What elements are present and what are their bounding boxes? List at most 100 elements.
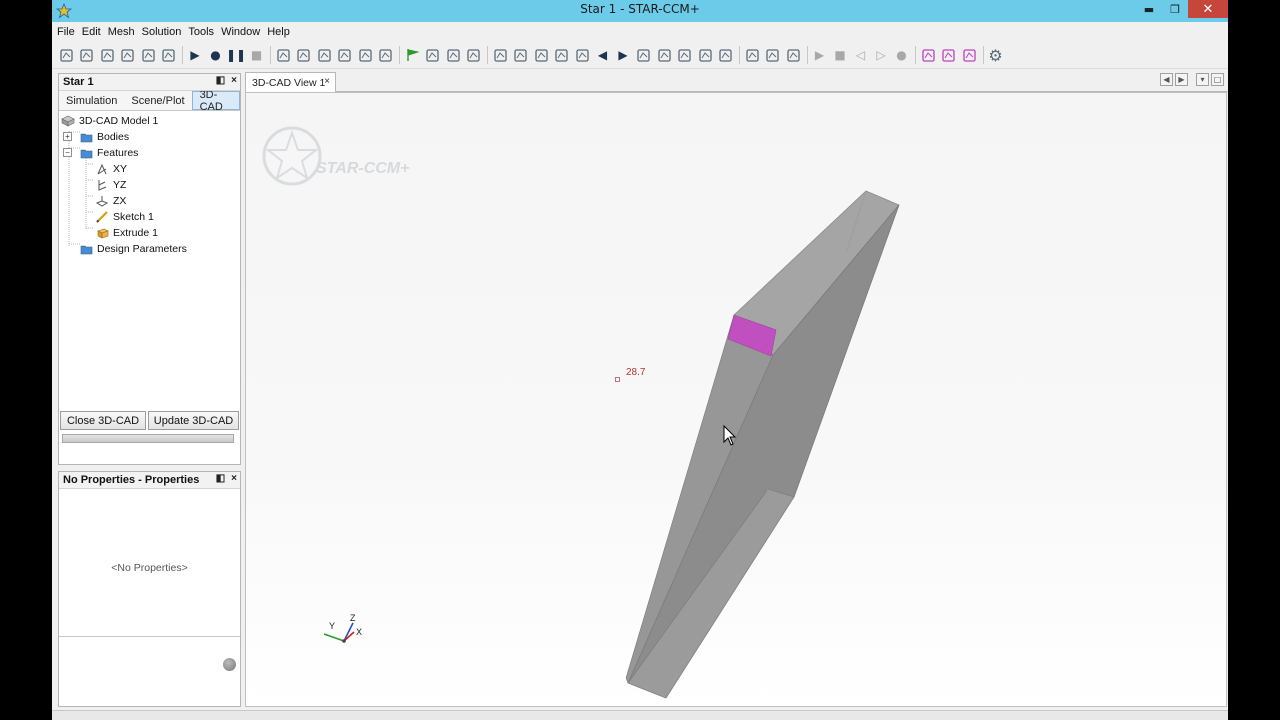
run-icon[interactable]: ▶ — [187, 47, 203, 63]
record-icon[interactable]: ● — [208, 47, 224, 63]
close-button[interactable]: ✕ — [1188, 0, 1228, 18]
tree-label: YZ — [113, 179, 127, 191]
expand-icon[interactable]: + — [63, 132, 72, 141]
toolbar-separator — [487, 46, 488, 64]
repair-icon[interactable] — [337, 47, 353, 63]
select-icon[interactable] — [554, 47, 570, 63]
menu-file[interactable]: File — [57, 26, 75, 38]
3d-viewport[interactable]: STAR-CCM+ Y Z X 28.7 — [245, 92, 1227, 707]
tab-list-icon[interactable]: ▾ — [1196, 73, 1209, 86]
tree-item-yz[interactable]: YZ — [59, 177, 240, 193]
scroll-left-icon[interactable]: ◀ — [1160, 73, 1173, 86]
cad-shape-icon[interactable] — [961, 47, 977, 63]
mesh-volume-icon[interactable] — [316, 47, 332, 63]
copy-icon[interactable] — [140, 47, 156, 63]
toolbar-separator — [915, 46, 916, 64]
cad-model-icon — [61, 115, 75, 127]
tree-item-features[interactable]: − Features — [59, 145, 240, 161]
step-back-icon[interactable]: ◁ — [853, 47, 869, 63]
table-icon[interactable] — [697, 47, 713, 63]
cad-body[interactable] — [625, 190, 900, 699]
close-3d-cad-button[interactable]: Close 3D-CAD — [60, 411, 147, 430]
save-icon[interactable] — [99, 47, 115, 63]
tree-item-bodies[interactable]: + Bodies — [59, 129, 240, 145]
rotate-icon[interactable] — [636, 47, 652, 63]
cube-icon[interactable] — [466, 47, 482, 63]
cad-pink2-icon[interactable] — [941, 47, 957, 63]
menu-solution[interactable]: Solution — [142, 26, 182, 38]
status-indicator-icon — [223, 658, 236, 671]
run-fast-icon[interactable] — [445, 47, 461, 63]
close-panel-icon[interactable]: × — [231, 473, 237, 484]
panel-header: No Properties - Properties ◧ × — [59, 472, 240, 489]
open-icon[interactable] — [79, 47, 95, 63]
back-arrow-icon[interactable]: ◀ — [595, 47, 611, 63]
mesh-icon[interactable] — [275, 47, 291, 63]
axis-triad: Y Z X — [323, 613, 362, 643]
fit-icon[interactable] — [513, 47, 529, 63]
grid2-icon[interactable] — [718, 47, 734, 63]
menu-help[interactable]: Help — [267, 26, 290, 38]
mesh-surface-icon[interactable] — [296, 47, 312, 63]
scroll-right-icon[interactable]: ▶ — [1175, 73, 1188, 86]
screenshot-icon[interactable] — [492, 47, 508, 63]
tab-3d-cad[interactable]: 3D-CAD — [191, 89, 240, 113]
pause-icon[interactable]: ❚❚ — [226, 47, 246, 63]
tree-item-extrude[interactable]: Extrude 1 — [59, 225, 240, 241]
zoom-icon[interactable] — [533, 47, 549, 63]
stop2-icon[interactable]: ■ — [832, 47, 848, 63]
tree-item-xy[interactable]: XY — [59, 161, 240, 177]
tree-item-design-parameters[interactable]: Design Parameters — [59, 241, 240, 257]
cad-pink-icon[interactable] — [920, 47, 936, 63]
close-panel-icon[interactable]: × — [231, 75, 237, 86]
play-icon[interactable]: ▶ — [812, 47, 828, 63]
toolbar-separator — [739, 46, 740, 64]
maximize-view-icon[interactable]: □ — [1211, 73, 1224, 86]
stop-icon[interactable]: ■ — [249, 47, 265, 63]
step-fwd-icon[interactable]: ▷ — [873, 47, 889, 63]
divider — [59, 636, 240, 637]
toolbar-separator — [182, 46, 183, 64]
cursor-icon[interactable] — [656, 47, 672, 63]
tree-item-cad-model[interactable]: 3D-CAD Model 1 — [59, 113, 240, 129]
menu-mesh[interactable]: Mesh — [108, 26, 135, 38]
menu-window[interactable]: Window — [221, 26, 260, 38]
collapse-icon[interactable]: − — [63, 148, 72, 157]
update-3d-cad-button[interactable]: Update 3D-CAD — [148, 411, 239, 430]
tree-label: Sketch 1 — [113, 211, 154, 223]
cad-tree: 3D-CAD Model 1 + Bodies − Features XY YZ… — [59, 111, 240, 257]
maximize-button[interactable]: ❐ — [1162, 0, 1188, 18]
tab-simulation[interactable]: Simulation — [59, 91, 124, 110]
save-as-icon[interactable] — [120, 47, 136, 63]
dimension-point[interactable] — [615, 377, 620, 382]
tab-3d-cad-view[interactable]: 3D-CAD View 1 × — [245, 72, 336, 92]
plot-icon[interactable] — [744, 47, 760, 63]
dimension-label[interactable]: 28.7 — [626, 367, 645, 378]
app-window: Star 1 - STAR-CCM+ ▬ ❐ ✕ File Edit Mesh … — [52, 0, 1228, 720]
close-tab-icon[interactable]: × — [324, 76, 330, 87]
paste-icon[interactable] — [161, 47, 177, 63]
pin-icon[interactable]: ◧ — [216, 75, 225, 86]
flag-icon[interactable] — [404, 47, 420, 63]
tree-item-zx[interactable]: ZX — [59, 193, 240, 209]
walk-icon[interactable] — [425, 47, 441, 63]
new-file-icon[interactable] — [58, 47, 74, 63]
viewport-canvas: STAR-CCM+ Y Z X — [262, 126, 900, 699]
record2-icon[interactable]: ● — [894, 47, 910, 63]
tree-item-sketch[interactable]: Sketch 1 — [59, 209, 240, 225]
minimize-button[interactable]: ▬ — [1136, 0, 1162, 18]
grid-icon[interactable] — [378, 47, 394, 63]
plot3-icon[interactable] — [785, 47, 801, 63]
forward-arrow-icon[interactable]: ▶ — [615, 47, 631, 63]
camera-icon[interactable] — [574, 47, 590, 63]
tab-scene-plot[interactable]: Scene/Plot — [124, 91, 191, 110]
ruler-icon[interactable] — [677, 47, 693, 63]
toolbar-separator — [270, 46, 271, 64]
plane-xy-icon — [95, 163, 109, 175]
menu-tools[interactable]: Tools — [188, 26, 214, 38]
pin-icon[interactable]: ◧ — [216, 473, 225, 484]
plot2-icon[interactable] — [765, 47, 781, 63]
wrap-icon[interactable] — [357, 47, 373, 63]
menu-edit[interactable]: Edit — [82, 26, 101, 38]
gear-icon[interactable]: ⚙ — [988, 46, 1004, 65]
